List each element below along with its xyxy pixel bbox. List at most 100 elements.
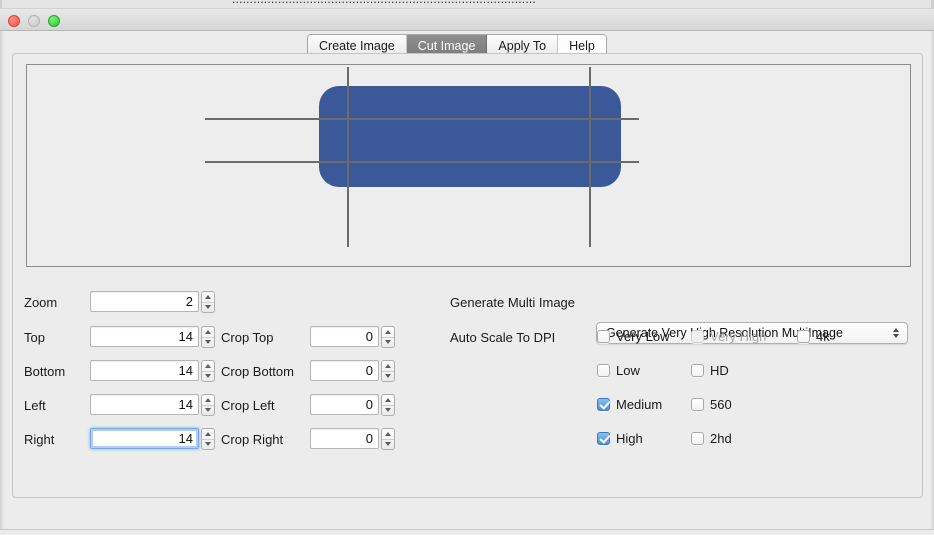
input-right[interactable]: 14	[90, 428, 199, 449]
checkbox-box-checked-icon	[597, 432, 610, 445]
triangle-down-icon	[385, 442, 391, 447]
input-crop-left[interactable]: 0	[310, 394, 379, 415]
stepper-zoom-up[interactable]	[202, 292, 214, 303]
triangle-up-icon	[385, 363, 391, 368]
stepper-right-down[interactable]	[202, 440, 214, 450]
checkbox-hd[interactable]: HD	[691, 363, 729, 378]
stepper-bottom[interactable]	[201, 360, 215, 382]
triangle-up-icon	[385, 431, 391, 436]
triangle-up-icon	[205, 294, 211, 299]
background-window-bottom-strip: ...	[0, 529, 934, 535]
stepper-crop-bottom[interactable]	[381, 360, 395, 382]
checkbox-2hd-label: 2hd	[710, 431, 732, 446]
input-crop-bottom[interactable]: 0	[310, 360, 379, 381]
checkbox-4k[interactable]: 4k	[797, 329, 830, 344]
content-left-edge	[0, 31, 4, 535]
stepper-crop-top[interactable]	[381, 326, 395, 348]
label-bottom: Bottom	[24, 364, 66, 379]
triangle-up-icon	[385, 329, 391, 334]
input-crop-right[interactable]: 0	[310, 428, 379, 449]
stepper-bottom-up[interactable]	[202, 361, 214, 372]
stepper-left-up[interactable]	[202, 395, 214, 406]
checkbox-box-icon	[691, 364, 704, 377]
stepper-crop-left-up[interactable]	[382, 395, 394, 406]
checkbox-medium-label: Medium	[616, 397, 663, 412]
background-window-left-edge	[0, 0, 2, 8]
checkbox-box-checked-icon	[597, 398, 610, 411]
checkbox-560[interactable]: 560	[691, 397, 732, 412]
stepper-crop-left[interactable]	[381, 394, 395, 416]
checkbox-very-low-label: Very Low	[616, 329, 670, 344]
stepper-left-down[interactable]	[202, 406, 214, 416]
triangle-down-icon	[385, 408, 391, 413]
checkbox-box-icon	[797, 330, 810, 343]
triangle-down-icon	[385, 340, 391, 345]
background-window-titlebar-strip: ........................................…	[0, 0, 934, 9]
triangle-down-icon	[893, 334, 899, 338]
stepper-left[interactable]	[201, 394, 215, 416]
dialog-content: Create Image Cut Image Apply To Help Zoo…	[0, 31, 934, 535]
triangle-down-icon	[205, 340, 211, 345]
background-window-bottom-text: ...	[55, 530, 64, 533]
label-crop-bottom: Crop Bottom	[221, 364, 294, 379]
crop-guide-right-vertical[interactable]	[589, 67, 591, 247]
checkbox-box-icon	[597, 330, 610, 343]
checkbox-2hd[interactable]: 2hd	[691, 431, 732, 446]
stepper-bottom-down[interactable]	[202, 372, 214, 382]
triangle-up-icon	[385, 397, 391, 402]
checkbox-medium[interactable]: Medium	[597, 397, 662, 412]
input-top[interactable]: 14	[90, 326, 199, 347]
input-crop-top[interactable]: 0	[310, 326, 379, 347]
stepper-zoom-down[interactable]	[202, 303, 214, 313]
checkbox-low-label: Low	[616, 363, 640, 378]
stepper-crop-right-up[interactable]	[382, 429, 394, 440]
crop-guide-top-horizontal[interactable]	[205, 118, 639, 120]
label-zoom: Zoom	[24, 295, 58, 310]
input-zoom[interactable]: 2	[90, 291, 199, 312]
stepper-top-down[interactable]	[202, 338, 214, 348]
stepper-top[interactable]	[201, 326, 215, 348]
crop-guide-left-vertical[interactable]	[347, 67, 349, 247]
triangle-up-icon	[205, 431, 211, 436]
triangle-down-icon	[205, 374, 211, 379]
checkbox-very-high: Very High	[691, 329, 766, 344]
close-window-button[interactable]	[8, 15, 20, 27]
stepper-crop-right-down[interactable]	[382, 440, 394, 450]
checkbox-high[interactable]: High	[597, 431, 643, 446]
stepper-right[interactable]	[201, 428, 215, 450]
stepper-crop-right[interactable]	[381, 428, 395, 450]
crop-guide-bottom-horizontal[interactable]	[205, 161, 639, 163]
triangle-down-icon	[205, 305, 211, 310]
stepper-crop-top-up[interactable]	[382, 327, 394, 338]
stepper-top-up[interactable]	[202, 327, 214, 338]
label-right: Right	[24, 432, 55, 447]
checkbox-low[interactable]: Low	[597, 363, 640, 378]
checkbox-box-icon	[691, 330, 704, 343]
stepper-right-up[interactable]	[202, 429, 214, 440]
checkbox-4k-label: 4k	[816, 329, 830, 344]
checkbox-box-icon	[691, 432, 704, 445]
stepper-crop-left-down[interactable]	[382, 406, 394, 416]
stepper-crop-top-down[interactable]	[382, 338, 394, 348]
checkbox-box-icon	[597, 364, 610, 377]
minimize-window-button[interactable]	[28, 15, 40, 27]
image-preview-canvas[interactable]	[26, 64, 911, 267]
stepper-zoom[interactable]	[201, 291, 215, 313]
checkbox-high-label: High	[616, 431, 643, 446]
maximize-window-button[interactable]	[48, 15, 60, 27]
stepper-crop-bottom-down[interactable]	[382, 372, 394, 382]
stepper-crop-bottom-up[interactable]	[382, 361, 394, 372]
triangle-down-icon	[205, 442, 211, 447]
content-right-edge	[930, 31, 934, 535]
checkbox-very-low[interactable]: Very Low	[597, 329, 669, 344]
window-titlebar	[0, 9, 934, 31]
label-top: Top	[24, 330, 45, 345]
triangle-up-icon	[205, 363, 211, 368]
input-left[interactable]: 14	[90, 394, 199, 415]
background-window-title-text: ........................................…	[232, 0, 536, 6]
input-bottom[interactable]: 14	[90, 360, 199, 381]
label-crop-left: Crop Left	[221, 398, 275, 413]
label-crop-top: Crop Top	[221, 330, 274, 345]
checkbox-hd-label: HD	[710, 363, 729, 378]
label-crop-right: Crop Right	[221, 432, 284, 447]
